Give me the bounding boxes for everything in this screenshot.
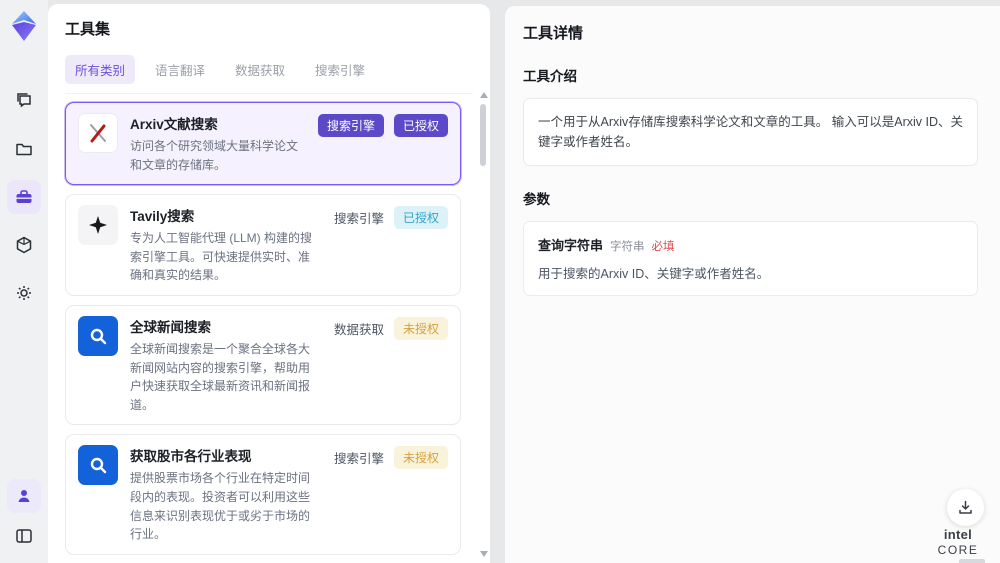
tool-card-sector-performance[interactable]: 获取股市各行业表现 提供股票市场各个行业在特定时间段内的表现。投资者可以利用这些… — [65, 434, 461, 555]
tool-name: 获取股市各行业表现 — [130, 449, 252, 465]
sidebar-item-settings[interactable] — [7, 276, 41, 310]
intel-wordmark: intel — [943, 527, 973, 542]
param-name: 查询字符串 — [538, 238, 604, 253]
tab-data-acquisition[interactable]: 数据获取 — [225, 55, 295, 84]
category-tabs: 所有类别 语言翻译 数据获取 搜索引擎 — [65, 55, 473, 94]
user-icon — [15, 487, 33, 505]
category-label: 数据获取 — [333, 322, 384, 337]
intel-core-logo: intel core — [925, 527, 991, 563]
gear-icon — [14, 283, 34, 303]
tool-name: Arxiv文献搜索 — [130, 117, 218, 132]
tool-list-panel: 工具集 所有类别 语言翻译 数据获取 搜索引擎 Arxiv文献搜索 访问各个研究… — [48, 4, 490, 563]
tool-description: 提供股票市场各个行业在特定时间段内的表现。投资者可以利用这些信息来识别表现优于或… — [130, 471, 311, 542]
param-required-label: 必填 — [651, 241, 675, 253]
cube-icon — [14, 235, 34, 255]
scrollbar-thumb[interactable] — [480, 104, 486, 166]
status-badge: 未授权 — [393, 316, 448, 340]
page-title: 工具集 — [65, 21, 111, 38]
tab-search-engine[interactable]: 搜索引擎 — [305, 55, 375, 84]
status-badge: 未授权 — [393, 446, 448, 470]
category-badge: 搜索引擎 — [317, 114, 384, 137]
toolbox-icon — [14, 187, 34, 207]
param-type: 字符串 — [610, 241, 645, 253]
download-icon — [957, 499, 974, 516]
status-badge: 已授权 — [393, 114, 448, 137]
stock-search-icon — [78, 445, 118, 486]
tool-card-tavily[interactable]: Tavily搜索 专为人工智能代理 (LLM) 构建的搜索引擎工具。可快速提供实… — [65, 194, 461, 296]
tool-description: 全球新闻搜索是一个聚合全球各大新闻网站内容的搜索引擎，帮助用户快速获取全球最新资… — [130, 341, 311, 412]
tavily-sparkle-icon — [78, 205, 118, 246]
sidebar-item-packages[interactable] — [7, 228, 41, 262]
category-label: 搜索引擎 — [333, 212, 384, 227]
app-logo-icon — [9, 10, 39, 42]
scroll-up-arrow-icon[interactable] — [480, 92, 488, 98]
intel-sublabel-faded — [959, 559, 985, 563]
download-button[interactable] — [947, 489, 984, 526]
news-search-icon — [78, 315, 118, 356]
tool-detail-panel: 工具详情 工具介绍 一个用于从Arxiv存储库搜索科学论文和文章的工具。 输入可… — [505, 6, 1000, 563]
sidebar-item-files[interactable] — [7, 132, 41, 166]
folder-icon — [14, 139, 34, 159]
layout-panel-icon — [14, 526, 34, 546]
tool-name: 全球新闻搜索 — [130, 319, 211, 335]
tool-description: 访问各个研究领域大量科学论文和文章的存储库。 — [130, 139, 299, 172]
param-description: 用于搜索的Arxiv ID、关键字或作者姓名。 — [538, 267, 770, 281]
app-sidebar — [0, 0, 48, 563]
chat-icon — [14, 91, 34, 111]
tab-all-categories[interactable]: 所有类别 — [65, 55, 136, 84]
sidebar-item-collapse[interactable] — [7, 519, 41, 553]
tool-description: 专为人工智能代理 (LLM) 构建的搜索引擎工具。可快速提供实时、准确和真实的结… — [130, 231, 313, 283]
intro-heading: 工具介绍 — [523, 69, 577, 84]
sidebar-item-chat[interactable] — [7, 84, 41, 118]
sidebar-item-account[interactable] — [7, 479, 41, 513]
tab-language-translation[interactable]: 语言翻译 — [145, 55, 215, 84]
tool-intro-text: 一个用于从Arxiv存储库搜索科学论文和文章的工具。 输入可以是Arxiv ID… — [523, 98, 978, 166]
tool-list: Arxiv文献搜索 访问各个研究领域大量科学论文和文章的存储库。 搜索引擎 已授… — [65, 102, 473, 563]
tool-name: Tavily搜索 — [130, 209, 195, 225]
tool-card-arxiv[interactable]: Arxiv文献搜索 访问各个研究领域大量科学论文和文章的存储库。 搜索引擎 已授… — [65, 102, 461, 186]
status-badge: 已授权 — [393, 206, 448, 230]
detail-title: 工具详情 — [523, 25, 584, 42]
category-label: 搜索引擎 — [333, 452, 384, 467]
arxiv-icon — [78, 113, 118, 153]
tool-card-global-news[interactable]: 全球新闻搜索 全球新闻搜索是一个聚合全球各大新闻网站内容的搜索引擎，帮助用户快速… — [65, 304, 461, 426]
list-scrollbar[interactable] — [478, 90, 488, 559]
sidebar-item-tools[interactable] — [7, 180, 41, 214]
parameter-card: 查询字符串 字符串 必填 用于搜索的Arxiv ID、关键字或作者姓名。 — [523, 221, 978, 296]
scroll-down-arrow-icon[interactable] — [480, 551, 488, 557]
params-heading: 参数 — [523, 192, 550, 207]
core-wordmark: core — [937, 543, 979, 557]
